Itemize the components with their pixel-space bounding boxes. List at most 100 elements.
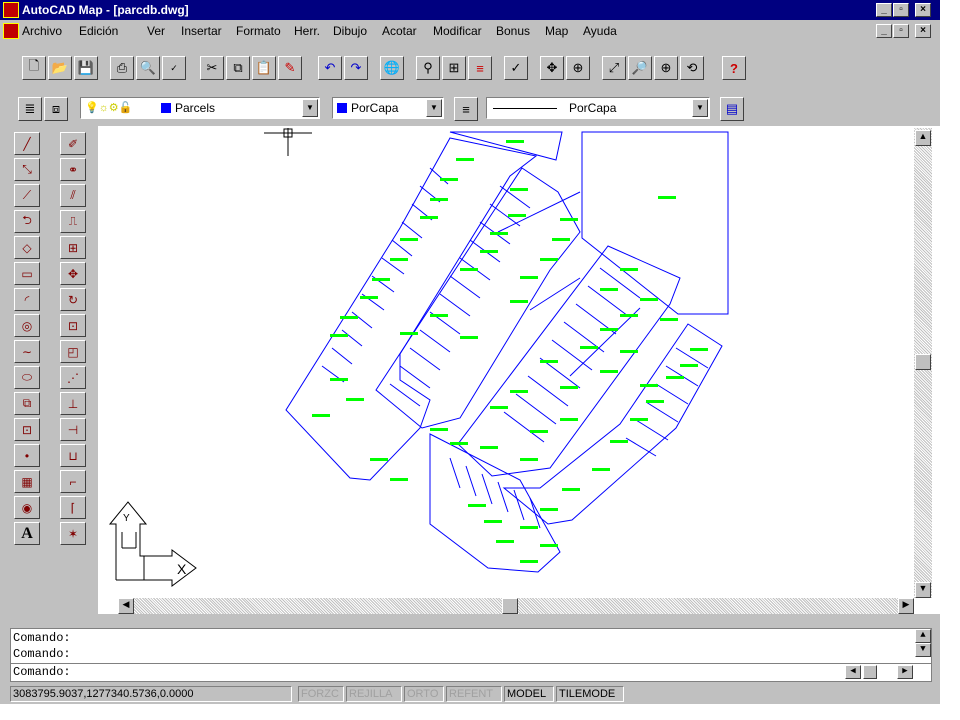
new-file-icon[interactable]: 🗋 — [22, 56, 46, 80]
close-button[interactable]: × — [915, 3, 931, 17]
ucs-icon[interactable]: ⊞ — [442, 56, 466, 80]
undo-icon[interactable]: ↶ — [318, 56, 342, 80]
point-icon[interactable]: • — [14, 444, 40, 467]
circle-icon[interactable]: ◎ — [14, 314, 40, 337]
help-icon[interactable]: ? — [722, 56, 746, 80]
menu-insertar[interactable]: Insertar — [181, 24, 222, 38]
properties-icon[interactable]: ▤ — [720, 97, 744, 121]
horizontal-scrollbar[interactable]: ◀ ▶ — [118, 598, 914, 614]
region-icon[interactable]: ◉ — [14, 496, 40, 519]
menu-bonus[interactable]: Bonus — [496, 24, 530, 38]
command-hscroll-right-icon[interactable]: ▶ — [897, 665, 913, 679]
hyperlink-icon[interactable]: 🌐 — [380, 56, 404, 80]
make-block-icon[interactable]: ⊡ — [14, 418, 40, 441]
menu-dibujo[interactable]: Dibujo — [333, 24, 367, 38]
menu-formato[interactable]: Formato — [236, 24, 281, 38]
spell-check-icon[interactable]: ✓ — [162, 56, 186, 80]
minimize-button[interactable]: _ — [876, 3, 892, 17]
command-scroll-up-icon[interactable]: ▲ — [915, 629, 931, 643]
hatch-icon[interactable]: ▦ — [14, 470, 40, 493]
drawing-area[interactable]: Y X — [100, 128, 914, 596]
menu-edicion[interactable]: Edición — [79, 24, 118, 38]
command-prompt[interactable]: Comando: — [13, 665, 71, 679]
doc-restore-button[interactable]: ▫ — [893, 24, 909, 38]
linetype-dropdown[interactable]: PorCapa ▼ — [486, 97, 710, 119]
copy-icon[interactable]: ⧉ — [226, 56, 250, 80]
chevron-down-icon[interactable]: ▼ — [692, 99, 708, 117]
menu-ver[interactable]: Ver — [147, 24, 165, 38]
command-hscroll-thumb[interactable] — [863, 665, 877, 679]
erase-icon[interactable]: ✐ — [60, 132, 86, 155]
copy-object-icon[interactable]: ⚭ — [60, 158, 86, 181]
save-icon[interactable]: 💾 — [74, 56, 98, 80]
scale-icon[interactable]: ⊡ — [60, 314, 86, 337]
redraw-icon[interactable]: ✓ — [504, 56, 528, 80]
scroll-down-arrow-icon[interactable]: ▼ — [915, 582, 931, 598]
chevron-down-icon[interactable]: ▼ — [302, 99, 318, 117]
menu-archivo[interactable]: Archivo — [22, 24, 62, 38]
open-file-icon[interactable]: 📂 — [48, 56, 72, 80]
make-layer-current-icon[interactable]: ⧈ — [44, 97, 68, 121]
ortho-toggle[interactable]: ORTO — [404, 686, 444, 702]
menu-herr[interactable]: Herr. — [294, 24, 320, 38]
break-icon[interactable]: ⊔ — [60, 444, 86, 467]
rectangle-shape-icon[interactable]: ◇ — [14, 236, 40, 259]
command-scroll-down-icon[interactable]: ▼ — [915, 643, 931, 657]
print-icon[interactable]: ⎙ — [110, 56, 134, 80]
chevron-down-icon[interactable]: ▼ — [426, 99, 442, 117]
zoom-previous-icon[interactable]: ⟲ — [680, 56, 704, 80]
redo-icon[interactable]: ↷ — [344, 56, 368, 80]
pan-icon[interactable]: ✥ — [540, 56, 564, 80]
insert-block-icon[interactable]: ⧉ — [14, 392, 40, 415]
chamfer-icon[interactable]: ⌐ — [60, 470, 86, 493]
tilemode-toggle[interactable]: TILEMODE — [556, 686, 624, 702]
menu-ayuda[interactable]: Ayuda — [583, 24, 617, 38]
fillet-icon[interactable]: ⌈ — [60, 496, 86, 519]
inquiry-icon[interactable]: ≡ — [468, 56, 492, 80]
linetype-icon[interactable]: ≡ — [454, 97, 478, 121]
doc-minimize-button[interactable]: _ — [876, 24, 892, 38]
vertical-scrollbar[interactable]: ▲ ▼ — [914, 128, 932, 598]
command-hscroll-left-icon[interactable]: ◀ — [845, 665, 861, 679]
rotate-icon[interactable]: ↻ — [60, 288, 86, 311]
aerial-view-icon[interactable]: ⊕ — [566, 56, 590, 80]
arc-icon[interactable]: ◜ — [14, 288, 40, 311]
parcel-map[interactable]: Y X — [100, 128, 914, 596]
zoom-realtime-icon[interactable]: ⤢ — [602, 56, 626, 80]
scroll-left-arrow-icon[interactable]: ◀ — [118, 598, 134, 614]
match-properties-icon[interactable]: ✎ — [278, 56, 302, 80]
cut-icon[interactable]: ✂ — [200, 56, 224, 80]
menu-modificar[interactable]: Modificar — [433, 24, 482, 38]
ellipse-icon[interactable]: ⬭ — [14, 366, 40, 389]
zoom-extents-icon[interactable]: ⊕ — [654, 56, 678, 80]
doc-close-button[interactable]: × — [915, 24, 931, 38]
command-window[interactable]: Comando: Comando: Comando: ▲ ▼ ◀ ▶ — [10, 628, 932, 682]
rectangle-icon[interactable]: ▭ — [14, 262, 40, 285]
trim-icon[interactable]: ⊥ — [60, 392, 86, 415]
lengthen-icon[interactable]: ⋰ — [60, 366, 86, 389]
stretch-icon[interactable]: ◰ — [60, 340, 86, 363]
offset-icon[interactable]: ⎍ — [60, 210, 86, 233]
extend-icon[interactable]: ⊣ — [60, 418, 86, 441]
layers-icon[interactable]: ≣ — [18, 97, 42, 121]
layer-dropdown[interactable]: 💡☼⚙🔓 Parcels ▼ — [80, 97, 320, 119]
print-preview-icon[interactable]: 🔍 — [136, 56, 160, 80]
polyline-icon[interactable]: ⟋ — [14, 184, 40, 207]
spline-icon[interactable]: ∼ — [14, 340, 40, 363]
mirror-icon[interactable]: ⫽ — [60, 184, 86, 207]
vertical-scroll-thumb[interactable] — [915, 354, 931, 370]
paste-icon[interactable]: 📋 — [252, 56, 276, 80]
osnap-toggle[interactable]: REFENT — [446, 686, 502, 702]
maximize-button[interactable]: ▫ — [893, 3, 909, 17]
snap-toggle[interactable]: FORZC — [298, 686, 344, 702]
line-icon[interactable]: ╱ — [14, 132, 40, 155]
scroll-up-arrow-icon[interactable]: ▲ — [915, 130, 931, 146]
menu-acotar[interactable]: Acotar — [382, 24, 417, 38]
grid-toggle[interactable]: REJILLA — [346, 686, 402, 702]
model-toggle[interactable]: MODEL — [504, 686, 554, 702]
object-snap-icon[interactable]: ⚲ — [416, 56, 440, 80]
text-icon[interactable]: A — [14, 522, 40, 545]
zoom-window-icon[interactable]: 🔎 — [628, 56, 652, 80]
polygon-icon[interactable]: ⮌ — [14, 210, 40, 233]
autocad-app-icon[interactable] — [3, 2, 19, 18]
